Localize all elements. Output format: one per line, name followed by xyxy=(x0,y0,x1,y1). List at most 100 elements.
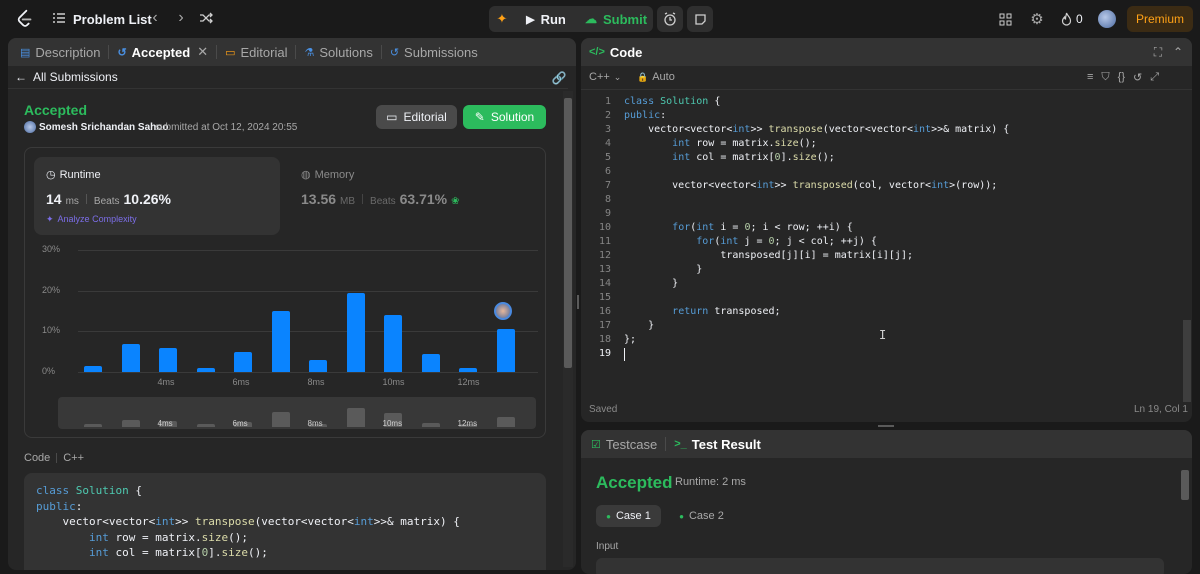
line-number: 1 xyxy=(604,96,611,107)
braces-icon[interactable]: {} xyxy=(1118,71,1125,84)
fullscreen-icon[interactable]: ⤢ xyxy=(1150,71,1159,84)
scrollbar-thumb[interactable] xyxy=(564,98,572,368)
tab-test-result[interactable]: >_ Test Result xyxy=(666,430,769,458)
editor-toolbar: ≡ ⛉ {} ↺ ⤢ xyxy=(1087,71,1159,84)
list-icon[interactable] xyxy=(52,11,66,25)
pass-dot-icon: ● xyxy=(679,511,684,521)
case-2-tab[interactable]: ● Case 2 xyxy=(669,505,734,527)
cursor-position: Ln 19, Col 1 xyxy=(1134,404,1188,415)
chart-bar[interactable] xyxy=(159,347,177,372)
analyze-complexity-link[interactable]: ✦ Analyze Complexity xyxy=(46,214,137,225)
tab-code[interactable]: </> Code xyxy=(581,38,650,66)
memory-unit: MB xyxy=(340,196,356,207)
chevron-up-icon[interactable]: ⌃ xyxy=(1171,45,1185,59)
flame-icon[interactable] xyxy=(1059,11,1073,27)
input-box[interactable] xyxy=(596,558,1164,574)
text-cursor xyxy=(624,348,625,361)
tab-editorial[interactable]: ▭ Editorial xyxy=(217,38,295,66)
chart-bar[interactable] xyxy=(496,329,515,372)
chart-bar[interactable] xyxy=(84,365,102,372)
problem-list-link[interactable]: Problem List xyxy=(73,12,152,27)
chart-bar[interactable] xyxy=(234,351,252,372)
case-1-tab[interactable]: ● Case 1 xyxy=(596,505,661,527)
line-number: 12 xyxy=(598,250,611,261)
reset-icon[interactable]: ↺ xyxy=(1133,71,1142,84)
divider xyxy=(8,88,568,89)
x-tick-label: 12ms xyxy=(457,377,480,387)
line-number: 7 xyxy=(604,180,611,191)
runtime-beats: 10.26% xyxy=(123,191,171,207)
chevron-left-icon[interactable]: ‹ xyxy=(148,9,162,26)
chart-bar[interactable] xyxy=(384,315,402,372)
checkbox-icon: ☑ xyxy=(591,438,601,451)
memory-stats: 13.56 MB Beats 63.71% ❀ xyxy=(301,191,460,207)
line-number: 19 xyxy=(598,348,611,359)
chart-bar[interactable] xyxy=(459,367,477,372)
editor-scrollbar[interactable] xyxy=(1181,90,1191,402)
editor-header: </> Code ⛶ ⌃ xyxy=(581,38,1192,66)
shuffle-icon[interactable] xyxy=(198,11,214,25)
y-tick-label: 20% xyxy=(42,284,61,295)
auto-mode[interactable]: 🔒 Auto xyxy=(637,71,675,83)
book-icon: ▭ xyxy=(386,110,398,124)
code-line: return transposed; xyxy=(672,306,781,317)
chart-gridline xyxy=(78,331,538,333)
chevron-right-icon[interactable]: › xyxy=(174,9,188,26)
divider xyxy=(56,453,58,463)
tab-solutions[interactable]: ⚗ Solutions xyxy=(296,38,380,66)
avatar[interactable] xyxy=(1098,10,1116,28)
editorial-button[interactable]: ▭ Editorial xyxy=(376,105,457,129)
avatar xyxy=(24,121,36,133)
note-icon[interactable] xyxy=(687,6,713,32)
minimap-bar xyxy=(271,412,290,427)
minimap-tick-label: 10ms xyxy=(382,419,403,428)
chart-bar[interactable] xyxy=(309,359,327,372)
minimap-bar xyxy=(421,422,440,427)
submitter-name[interactable]: Somesh Srichandan Sahoo xyxy=(39,122,168,133)
layout-grid-icon[interactable] xyxy=(998,12,1012,26)
leetcode-logo[interactable] xyxy=(14,8,36,30)
chart-bar[interactable] xyxy=(346,292,365,372)
language-select[interactable]: C++ ⌄ xyxy=(589,71,621,83)
all-submissions-link[interactable]: ← All Submissions xyxy=(15,70,118,84)
submit-button[interactable]: ☁ Submit xyxy=(580,6,652,32)
run-button[interactable]: ▶ Run xyxy=(517,6,575,32)
bookmark-icon[interactable]: ⛉ xyxy=(1101,71,1109,84)
tab-testcase[interactable]: ☑ Testcase xyxy=(581,430,665,458)
resize-handle[interactable] xyxy=(878,425,894,427)
result-scrollbar[interactable] xyxy=(1180,460,1190,565)
submitted-code-block[interactable]: class Solution { public: vector<vector<i… xyxy=(24,473,546,570)
chart-bar[interactable] xyxy=(271,311,290,372)
tab-accepted[interactable]: ↺ Accepted ✕ xyxy=(109,38,216,66)
minimap-tick-label: 12ms xyxy=(457,419,478,428)
debug-icon[interactable]: ✦ xyxy=(492,9,512,29)
code-editor[interactable]: 1 2 3 4 5 6 7 8 9 10 11 12 13 14 15 16 17 18 19 class Solu… xyxy=(581,96,1181,396)
tab-description[interactable]: ▤ Description xyxy=(12,38,108,66)
memory-label[interactable]: ◍ Memory xyxy=(301,168,354,182)
chart-bar[interactable] xyxy=(196,367,215,372)
premium-button[interactable]: Premium xyxy=(1127,6,1193,32)
scrollbar-thumb[interactable] xyxy=(1183,320,1191,402)
solution-button[interactable]: ✎ Solution xyxy=(463,105,546,129)
beats-label: Beats xyxy=(370,196,396,207)
close-icon[interactable]: ✕ xyxy=(197,44,208,60)
scrollbar-thumb[interactable] xyxy=(1181,470,1189,500)
line-number: 8 xyxy=(604,194,611,205)
y-tick-label: 0% xyxy=(42,366,56,376)
format-icon[interactable]: ≡ xyxy=(1087,71,1093,84)
code-line: } xyxy=(624,264,703,275)
minimap-bar xyxy=(496,416,515,427)
left-tab-bar: ▤ Description ↺ Accepted ✕ ▭ Editorial ⚗ Solu… xyxy=(8,38,576,66)
chart-bar[interactable] xyxy=(421,353,440,372)
chart-bar[interactable] xyxy=(121,343,140,372)
runtime-unit: ms xyxy=(65,196,79,207)
my-submission-marker[interactable] xyxy=(494,302,512,320)
minimap-bar xyxy=(84,424,102,427)
alarm-clock-icon[interactable] xyxy=(657,6,683,32)
resize-handle[interactable] xyxy=(577,295,579,309)
gear-icon[interactable]: ⚙ xyxy=(1029,11,1045,28)
tab-submissions[interactable]: ↺ Submissions xyxy=(382,38,486,66)
y-tick-label: 10% xyxy=(42,325,61,336)
expand-icon[interactable]: ⛶ xyxy=(1151,45,1165,59)
link-icon[interactable]: 🔗 xyxy=(551,71,567,85)
